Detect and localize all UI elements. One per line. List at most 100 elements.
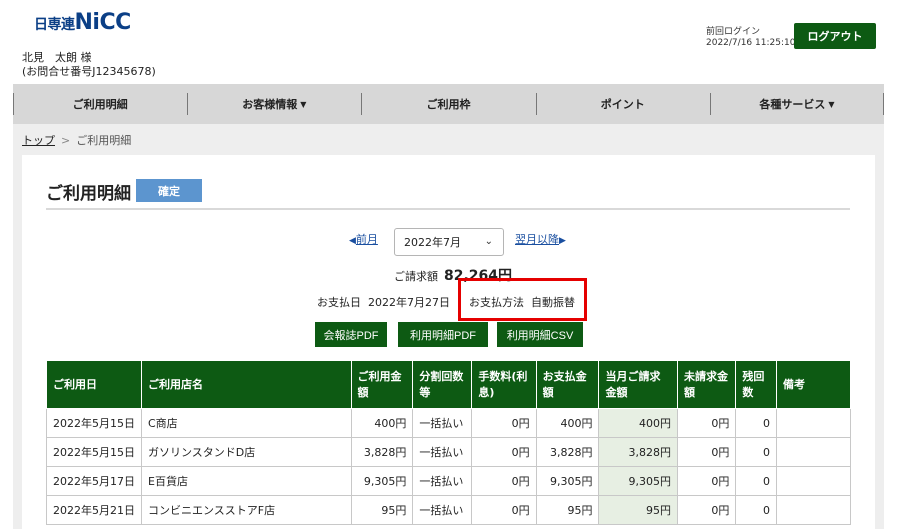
nav-item-statement[interactable]: ご利用明細 [13, 84, 187, 124]
nav-item-label: ご利用明細 [72, 98, 128, 111]
statement-table: ご利用日 ご利用店名 ご利用金額 分割回数等 手数料(利息) お支払金額 当月ご… [46, 360, 851, 525]
cell-unbilled: 0円 [676, 437, 737, 467]
inquiry-number: (お問合せ番号J12345678) [22, 65, 156, 78]
col-header: 未請求金額 [676, 360, 737, 409]
nav-item-services[interactable]: 各種サービス ▼ [709, 84, 885, 124]
site-logo: 日専連NiCC [34, 10, 131, 35]
bulletin-pdf-button[interactable]: 会報誌PDF [315, 322, 387, 347]
table-row: 2022年5月21日 コンビニエンスストアF店 95円 一括払い 0円 95円 … [46, 495, 851, 525]
cell-fee: 0円 [471, 495, 537, 525]
cell-store: コンビニエンスストアF店 [141, 495, 352, 525]
cell-installments: 一括払い [412, 408, 473, 438]
title-divider [46, 208, 850, 210]
nav-item-customer-info[interactable]: お客様情報 ▼ [187, 84, 361, 124]
next-month-label: 翌月以降 [515, 233, 559, 246]
cell-payment: 9,305円 [535, 466, 600, 496]
col-header: 当月ご請求金額 [598, 360, 678, 409]
main-nav: ご利用明細 お客様情報 ▼ ご利用枠 ポイント 各種サービス ▼ [13, 84, 885, 124]
logout-button[interactable]: ログアウト [794, 23, 876, 49]
prev-month-label: 前月 [355, 233, 378, 246]
cell-date: 2022年5月15日 [46, 408, 142, 438]
cell-remarks [776, 466, 851, 496]
logo-prefix: 日専連 [34, 17, 75, 33]
table-row: 2022年5月15日 C商店 400円 一括払い 0円 400円 400円 0円… [46, 408, 851, 438]
last-login-time: 2022/7/16 11:25:10 [706, 38, 796, 48]
cell-payment: 95円 [535, 495, 600, 525]
chevron-down-icon: ⌄ [484, 236, 493, 247]
cell-amount: 95円 [350, 495, 414, 525]
cell-amount: 9,305円 [350, 466, 414, 496]
next-month-link[interactable]: 翌月以降▶ [515, 231, 566, 247]
col-header: 備考 [776, 360, 851, 409]
nav-item-label: ご利用枠 [426, 98, 471, 111]
billing-label: ご請求額 [394, 270, 438, 283]
caret-down-icon: ▼ [300, 99, 307, 109]
col-header: 残回数 [735, 360, 777, 409]
col-header: ご利用店名 [141, 360, 352, 409]
cell-remaining: 0 [735, 466, 777, 496]
cell-fee: 0円 [471, 408, 537, 438]
col-header: お支払金額 [535, 360, 600, 409]
breadcrumb: トップ > ご利用明細 [22, 132, 131, 148]
prev-month-link[interactable]: ◀前月 [349, 231, 378, 247]
table-row: 2022年5月17日 E百貨店 9,305円 一括払い 0円 9,305円 9,… [46, 466, 851, 496]
breadcrumb-top-link[interactable]: トップ [22, 134, 55, 147]
table-row: 2022年5月15日 ガソリンスタンドD店 3,828円 一括払い 0円 3,8… [46, 437, 851, 467]
logo-brand: NiCC [74, 10, 132, 35]
cell-store: C商店 [141, 408, 352, 438]
nav-item-label: お客様情報 [242, 98, 298, 111]
cell-remaining: 0 [735, 437, 777, 467]
cell-installments: 一括払い [412, 466, 473, 496]
page-title: ご利用明細 [46, 184, 131, 204]
nav-item-label: ポイント [600, 98, 645, 111]
pay-date-label: お支払日 [317, 296, 361, 309]
cell-current-billing: 9,305円 [598, 466, 678, 496]
pay-date: お支払日 2022年7月27日 [317, 294, 450, 310]
nav-item-credit-limit[interactable]: ご利用枠 [361, 84, 535, 124]
cell-current-billing: 3,828円 [598, 437, 678, 467]
triangle-right-icon: ▶ [559, 236, 566, 246]
nav-item-label: 各種サービス [759, 98, 826, 111]
cell-remarks [776, 408, 851, 438]
last-login: 前回ログイン 2022/7/16 11:25:10 [706, 27, 795, 49]
cell-current-billing: 95円 [598, 495, 678, 525]
cell-fee: 0円 [471, 466, 537, 496]
breadcrumb-current: ご利用明細 [76, 134, 132, 147]
cell-installments: 一括払い [412, 495, 473, 525]
nav-item-points[interactable]: ポイント [535, 84, 710, 124]
cell-remaining: 0 [735, 408, 777, 438]
highlight-annotation [458, 278, 587, 321]
cell-store: E百貨店 [141, 466, 352, 496]
col-header: 分割回数等 [412, 360, 473, 409]
cell-amount: 400円 [350, 408, 414, 438]
cell-payment: 400円 [535, 408, 600, 438]
cell-date: 2022年5月17日 [46, 466, 142, 496]
cell-date: 2022年5月15日 [46, 437, 142, 467]
cell-remarks [776, 437, 851, 467]
cell-installments: 一括払い [412, 437, 473, 467]
cell-unbilled: 0円 [676, 466, 737, 496]
breadcrumb-separator: > [61, 134, 71, 147]
statement-pdf-button[interactable]: 利用明細PDF [398, 322, 488, 347]
table-header-row: ご利用日 ご利用店名 ご利用金額 分割回数等 手数料(利息) お支払金額 当月ご… [46, 360, 851, 409]
cell-amount: 3,828円 [350, 437, 414, 467]
cell-store: ガソリンスタンドD店 [141, 437, 352, 467]
month-select-value: 2022年7月 [404, 236, 461, 249]
caret-down-icon: ▼ [828, 99, 835, 109]
statement-csv-button[interactable]: 利用明細CSV [497, 322, 583, 347]
last-login-label: 前回ログイン [706, 27, 761, 37]
cell-date: 2022年5月21日 [46, 495, 142, 525]
cell-payment: 3,828円 [535, 437, 600, 467]
month-select[interactable]: 2022年7月 ⌄ [394, 228, 504, 256]
cell-remaining: 0 [735, 495, 777, 525]
cell-unbilled: 0円 [676, 408, 737, 438]
cell-unbilled: 0円 [676, 495, 737, 525]
col-header: ご利用日 [46, 360, 142, 409]
triangle-left-icon: ◀ [349, 236, 356, 246]
cell-remarks [776, 495, 851, 525]
col-header: ご利用金額 [350, 360, 414, 409]
cell-fee: 0円 [471, 437, 537, 467]
pay-date-value: 2022年7月27日 [368, 296, 450, 309]
status-badge: 確定 [136, 179, 202, 202]
cell-current-billing: 400円 [598, 408, 678, 438]
